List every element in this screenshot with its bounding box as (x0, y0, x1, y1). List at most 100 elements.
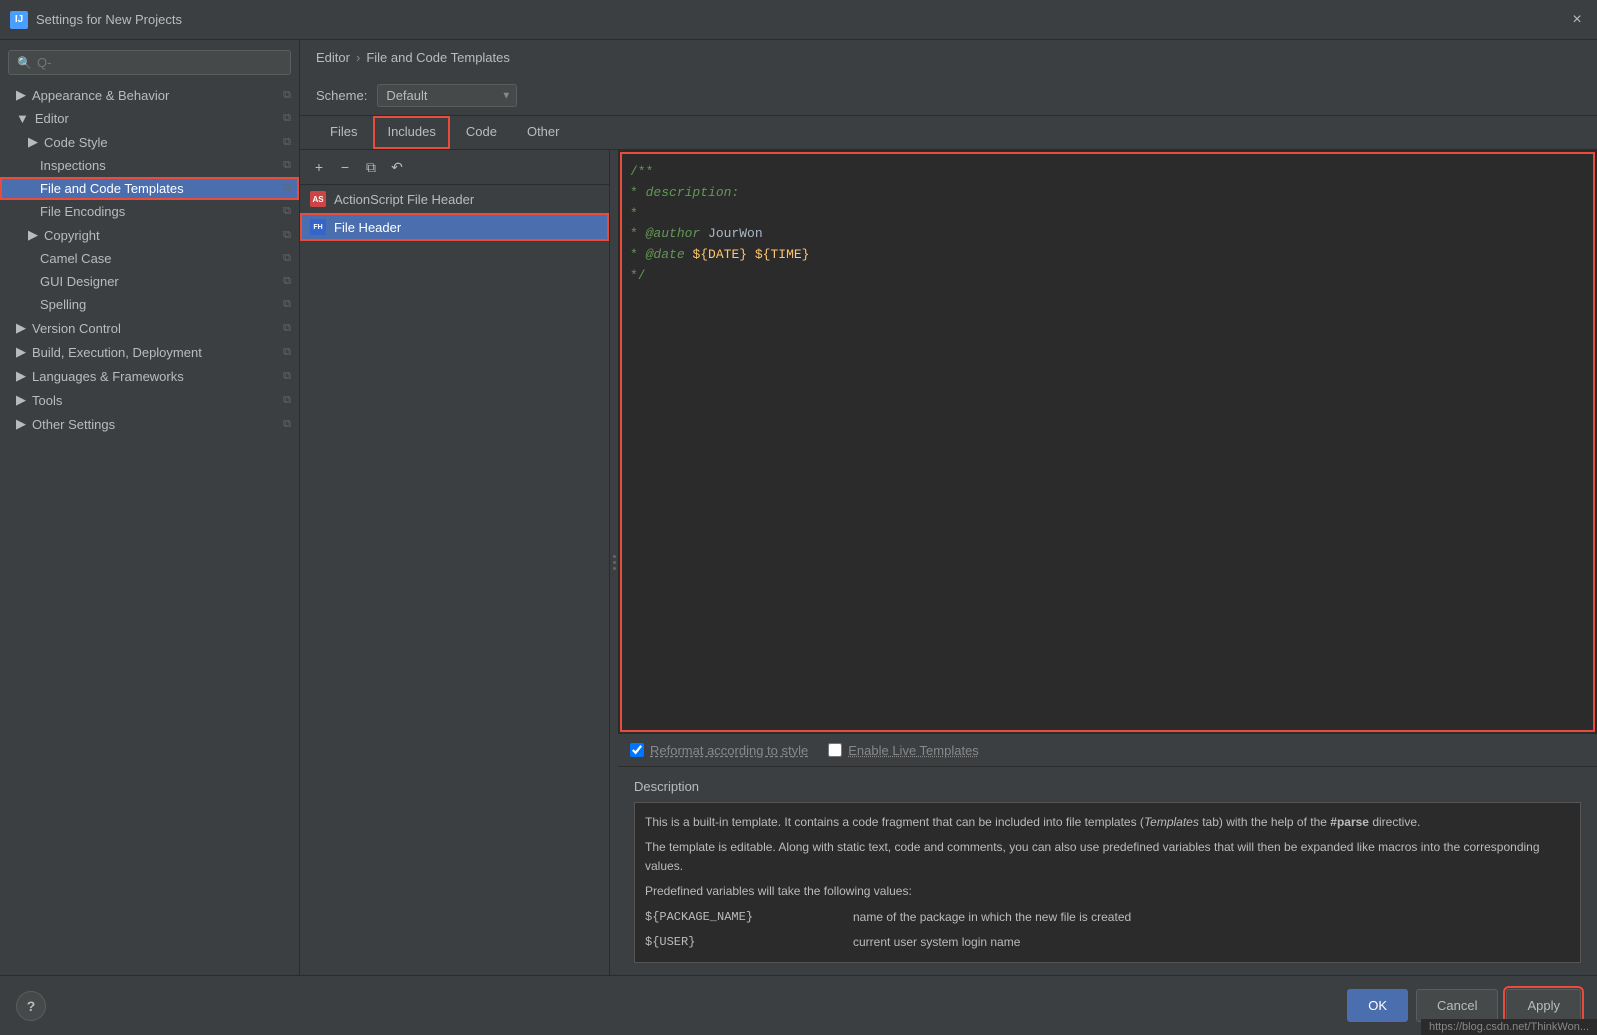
var-desc-user: current user system login name (853, 933, 1570, 952)
sidebar-item-label: File Encodings (40, 204, 125, 219)
title-bar-left: IJ Settings for New Projects (10, 11, 182, 29)
reset-template-button[interactable]: ↶ (386, 156, 408, 178)
sidebar-item-file-encodings[interactable]: File Encodings ⧉ (0, 200, 299, 223)
copy-icon: ⧉ (283, 394, 291, 407)
help-button[interactable]: ? (16, 991, 46, 1021)
remove-template-button[interactable]: − (334, 156, 356, 178)
var-name-user: ${USER} (645, 933, 845, 952)
arrow-icon: ▶ (16, 368, 26, 384)
description-bold-parse: #parse (1330, 815, 1369, 829)
sidebar-item-appearance[interactable]: ▶ Appearance & Behavior ⧉ (0, 83, 299, 107)
copy-icon: ⧉ (283, 346, 291, 359)
template-area: + − ⧉ ↶ AS ActionScript File Header FH F… (300, 150, 1597, 975)
description-text-1: This is a built-in template. It contains… (645, 813, 1570, 832)
sidebar-item-other-settings[interactable]: ▶ Other Settings ⧉ (0, 412, 299, 436)
sidebar-item-file-code-templates[interactable]: File and Code Templates ⧉ (0, 177, 299, 200)
live-templates-option[interactable]: Enable Live Templates (828, 743, 979, 758)
copy-icon: ⧉ (283, 298, 291, 311)
template-item-actionscript[interactable]: AS ActionScript File Header (300, 185, 609, 213)
template-item-file-header[interactable]: FH File Header (300, 213, 609, 241)
cancel-button[interactable]: Cancel (1416, 989, 1498, 1022)
description-var-row-1: ${PACKAGE_NAME} name of the package in w… (645, 908, 1570, 927)
copy-icon: ⧉ (283, 159, 291, 172)
sidebar-item-label: Spelling (40, 297, 86, 312)
breadcrumb: Editor › File and Code Templates (300, 40, 1597, 76)
description-box: This is a built-in template. It contains… (634, 802, 1581, 963)
code-line-1: /** (630, 162, 1585, 183)
sidebar-item-code-style[interactable]: ▶ Code Style ⧉ (0, 130, 299, 154)
url-bar: https://blog.csdn.net/ThinkWon... (1421, 1019, 1597, 1035)
scheme-row: Scheme: Default Project ▼ (300, 76, 1597, 116)
code-line-5: * @date ${DATE} ${TIME} (630, 245, 1585, 266)
template-item-label: File Header (334, 220, 401, 235)
tab-other[interactable]: Other (513, 116, 574, 149)
sidebar-item-label: Inspections (40, 158, 106, 173)
resize-dot (613, 555, 616, 558)
sidebar-item-tools[interactable]: ▶ Tools ⧉ (0, 388, 299, 412)
description-text-2: The template is editable. Along with sta… (645, 838, 1570, 876)
sidebar-item-inspections[interactable]: Inspections ⧉ (0, 154, 299, 177)
tab-includes[interactable]: Includes (373, 116, 449, 149)
sidebar-item-label: Version Control (32, 321, 121, 336)
sidebar-item-label: GUI Designer (40, 274, 119, 289)
reformat-label: Reformat according to style (650, 743, 808, 758)
sidebar-item-label: Camel Case (40, 251, 112, 266)
description-title: Description (634, 779, 1581, 794)
code-area[interactable]: /** * description: * * @author JourWon *… (618, 150, 1597, 734)
sidebar-item-version-control[interactable]: ▶ Version Control ⧉ (0, 316, 299, 340)
sidebar-item-label: Tools (32, 393, 62, 408)
scheme-select[interactable]: Default Project (377, 84, 517, 107)
window-title: Settings for New Projects (36, 12, 182, 27)
template-list: + − ⧉ ↶ AS ActionScript File Header FH F… (300, 150, 610, 975)
copy-icon: ⧉ (283, 229, 291, 242)
add-template-button[interactable]: + (308, 156, 330, 178)
code-line-6: */ (630, 266, 1585, 287)
scheme-select-wrapper: Default Project ▼ (377, 84, 517, 107)
sidebar-item-label: Languages & Frameworks (32, 369, 184, 384)
sidebar-item-label: Build, Execution, Deployment (32, 345, 202, 360)
arrow-icon: ▼ (16, 111, 29, 126)
sidebar-item-copyright[interactable]: ▶ Copyright ⧉ (0, 223, 299, 247)
copy-icon: ⧉ (283, 136, 291, 149)
sidebar-item-gui-designer[interactable]: GUI Designer ⧉ (0, 270, 299, 293)
sidebar-item-spelling[interactable]: Spelling ⧉ (0, 293, 299, 316)
copy-icon: ⧉ (283, 205, 291, 218)
sidebar-item-label: Appearance & Behavior (32, 88, 169, 103)
copy-template-button[interactable]: ⧉ (360, 156, 382, 178)
tab-code[interactable]: Code (452, 116, 511, 149)
description-italic: Templates (1144, 815, 1199, 829)
code-editor: /** * description: * * @author JourWon *… (618, 150, 1597, 975)
resize-dots (613, 555, 616, 570)
sidebar-item-editor[interactable]: ▼ Editor ⧉ (0, 107, 299, 130)
search-input[interactable] (37, 55, 282, 70)
tab-files[interactable]: Files (316, 116, 371, 149)
breadcrumb-part1: Editor (316, 50, 350, 65)
arrow-icon: ▶ (16, 416, 26, 432)
template-list-items: AS ActionScript File Header FH File Head… (300, 185, 609, 975)
app-icon: IJ (10, 11, 28, 29)
title-bar: IJ Settings for New Projects × (0, 0, 1597, 40)
close-button[interactable]: × (1567, 10, 1587, 30)
sidebar-item-languages[interactable]: ▶ Languages & Frameworks ⧉ (0, 364, 299, 388)
search-box[interactable]: 🔍 (8, 50, 291, 75)
reformat-checkbox[interactable] (630, 743, 644, 757)
code-options: Reformat according to style Enable Live … (618, 734, 1597, 766)
reformat-option[interactable]: Reformat according to style (630, 743, 808, 758)
content-area: Editor › File and Code Templates Scheme:… (300, 40, 1597, 975)
ok-button[interactable]: OK (1347, 989, 1408, 1022)
file-header-icon: FH (310, 219, 326, 235)
sidebar-item-build-execution[interactable]: ▶ Build, Execution, Deployment ⧉ (0, 340, 299, 364)
resize-handle[interactable] (610, 150, 618, 975)
scheme-label: Scheme: (316, 88, 367, 103)
code-line-3: * (630, 204, 1585, 225)
apply-button[interactable]: Apply (1506, 989, 1581, 1022)
live-templates-checkbox[interactable] (828, 743, 842, 757)
sidebar-item-camel-case[interactable]: Camel Case ⧉ (0, 247, 299, 270)
resize-dot (613, 561, 616, 564)
arrow-icon: ▶ (16, 87, 26, 103)
description-var-row-2: ${USER} current user system login name (645, 933, 1570, 952)
template-item-label: ActionScript File Header (334, 192, 474, 207)
arrow-icon: ▶ (16, 392, 26, 408)
copy-icon: ⧉ (283, 89, 291, 102)
bottom-buttons: OK Cancel Apply (1347, 989, 1581, 1022)
